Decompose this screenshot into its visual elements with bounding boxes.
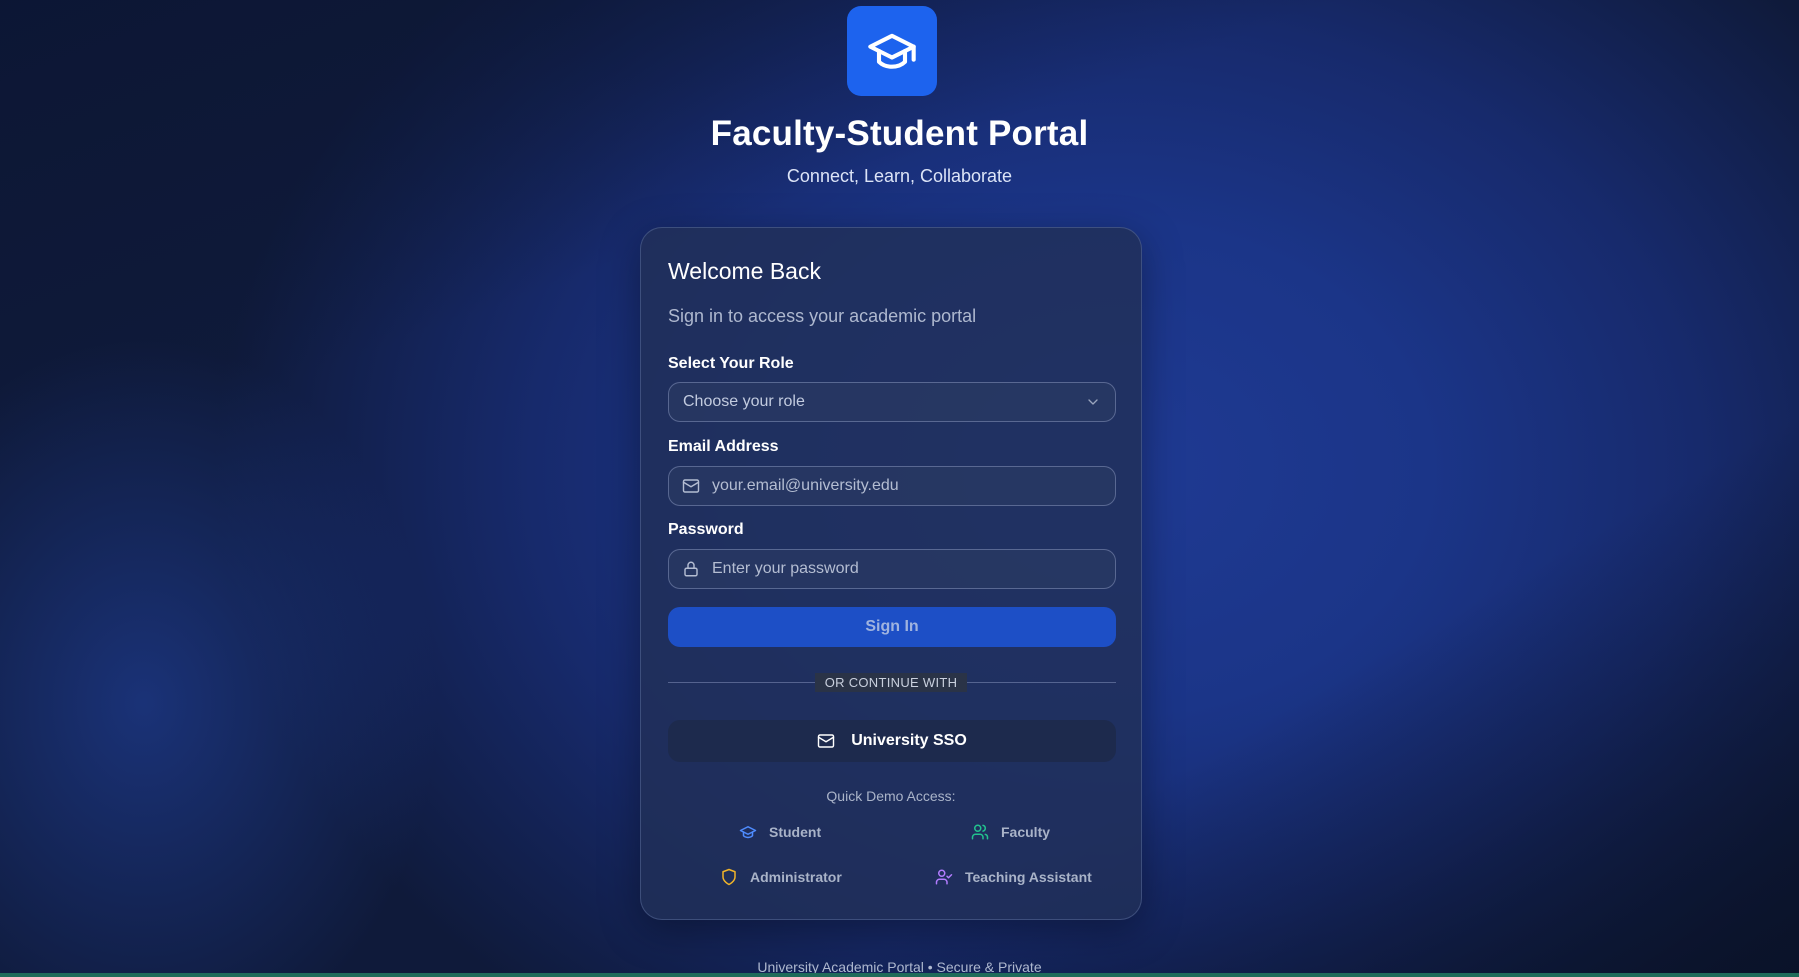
divider-label: OR CONTINUE WITH [814,673,968,692]
demo-student-label: Student [769,824,822,840]
users-icon [971,823,989,841]
demo-faculty-button[interactable]: Faculty [971,823,1050,841]
email-input[interactable] [712,477,1115,495]
graduation-cap-icon [866,25,918,77]
bottom-border [0,973,1799,977]
email-field[interactable] [668,466,1116,506]
page-title: Faculty-Student Portal [710,114,1089,153]
user-check-icon [935,868,953,886]
card-heading: Welcome Back [668,258,821,284]
demo-student-button[interactable]: Student [739,823,821,841]
quick-demo-label: Quick Demo Access: [826,788,956,804]
role-label: Select Your Role [668,355,794,372]
password-field[interactable] [668,549,1116,589]
demo-faculty-label: Faculty [1001,824,1051,840]
lock-icon [682,560,700,578]
card-subheading: Sign in to access your academic portal [668,306,977,326]
password-label: Password [668,521,744,538]
login-card: Welcome Back Sign in to access your acad… [640,227,1142,920]
chevron-down-icon [1085,394,1101,410]
mail-icon [682,477,700,495]
portal-logo [847,6,937,96]
page-subtitle: Connect, Learn, Collaborate [786,166,1013,186]
demo-administrator-button[interactable]: Administrator [720,868,842,886]
divider-label-wrap: OR CONTINUE WITH [641,673,1141,692]
sso-label: University SSO [851,732,967,749]
demo-teaching-assistant-button[interactable]: Teaching Assistant [935,868,1092,886]
shield-icon [720,868,738,886]
graduation-cap-icon [739,823,757,841]
university-sso-button[interactable]: University SSO [668,720,1116,762]
mail-icon [817,732,835,750]
sign-in-button[interactable]: Sign In [668,607,1116,647]
email-label: Email Address [668,438,779,455]
demo-teaching-assistant-label: Teaching Assistant [965,869,1092,885]
role-select-value: Choose your role [683,393,805,410]
demo-administrator-label: Administrator [750,869,842,885]
password-input[interactable] [712,560,1115,578]
role-select[interactable]: Choose your role [668,382,1116,422]
